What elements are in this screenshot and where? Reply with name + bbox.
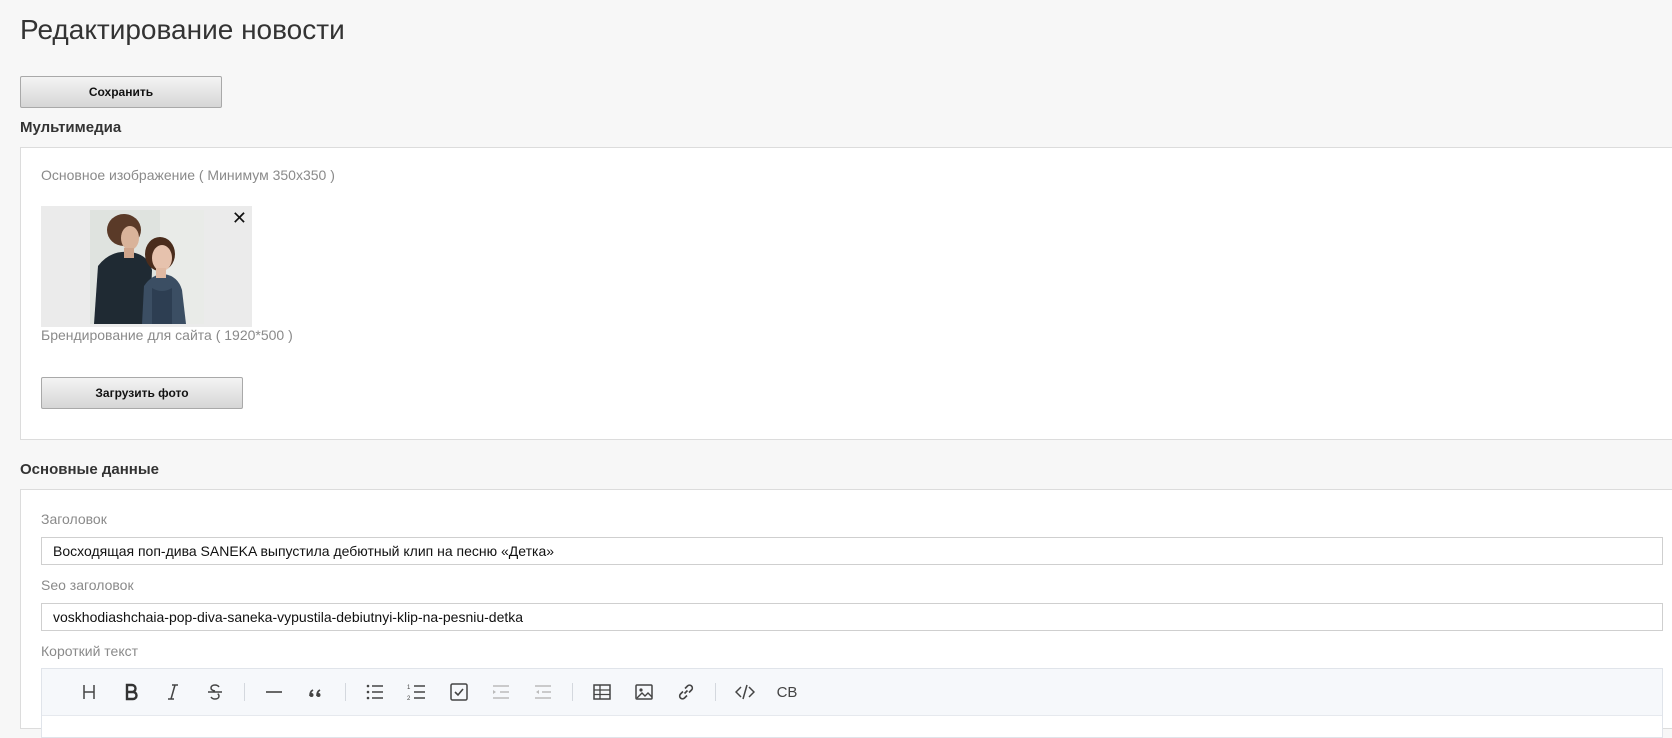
toolbar-separator xyxy=(244,683,245,701)
main-data-heading: Основные данные xyxy=(20,461,159,478)
svg-text:1: 1 xyxy=(407,685,411,691)
italic-icon[interactable] xyxy=(152,669,194,715)
remove-image-icon[interactable]: ✕ xyxy=(232,208,247,228)
indent-icon[interactable] xyxy=(480,669,522,715)
strikethrough-icon[interactable] xyxy=(194,669,236,715)
horizontal-rule-icon[interactable] xyxy=(253,669,295,715)
seo-title-label: Seo заголовок xyxy=(41,577,134,593)
toolbar-separator xyxy=(572,683,573,701)
bold-icon[interactable] xyxy=(110,669,152,715)
main-image-label: Основное изображение ( Минимум 350x350 ) xyxy=(41,167,335,183)
image-icon[interactable] xyxy=(623,669,665,715)
main-data-panel: Заголовок Seo заголовок Короткий текст xyxy=(20,489,1672,738)
main-image-preview: ✕ xyxy=(41,206,252,327)
toolbar-separator xyxy=(715,683,716,701)
page-title: Редактирование новости xyxy=(20,14,345,45)
title-input[interactable] xyxy=(41,537,1663,565)
outdent-icon[interactable] xyxy=(522,669,564,715)
editor-toolbar: 12 CB xyxy=(42,669,1662,716)
save-button[interactable]: Сохранить xyxy=(20,76,222,108)
quote-icon[interactable] xyxy=(295,669,337,715)
multimedia-heading: Мультимедиа xyxy=(20,119,122,136)
task-list-icon[interactable] xyxy=(438,669,480,715)
table-icon[interactable] xyxy=(581,669,623,715)
title-label: Заголовок xyxy=(41,511,107,527)
bullet-list-icon[interactable] xyxy=(354,669,396,715)
toolbar-separator xyxy=(345,683,346,701)
seo-title-input[interactable] xyxy=(41,603,1663,631)
numbered-list-icon[interactable]: 12 xyxy=(396,669,438,715)
short-text-editor[interactable]: 12 CB xyxy=(41,668,1663,738)
link-icon[interactable] xyxy=(665,669,707,715)
photo-image xyxy=(90,210,204,324)
svg-text:2: 2 xyxy=(407,696,411,702)
branding-label: Брендирование для сайта ( 1920*500 ) xyxy=(41,327,293,343)
multimedia-panel: Основное изображение ( Минимум 350x350 ) xyxy=(20,147,1672,440)
main-image-thumbnail[interactable] xyxy=(90,210,204,324)
short-text-label: Короткий текст xyxy=(41,643,139,659)
heading-icon[interactable] xyxy=(68,669,110,715)
custom-block-button[interactable]: CB xyxy=(766,669,808,715)
code-icon[interactable] xyxy=(724,669,766,715)
custom-block-label: CB xyxy=(776,683,798,701)
upload-photo-button[interactable]: Загрузить фото xyxy=(41,377,243,409)
